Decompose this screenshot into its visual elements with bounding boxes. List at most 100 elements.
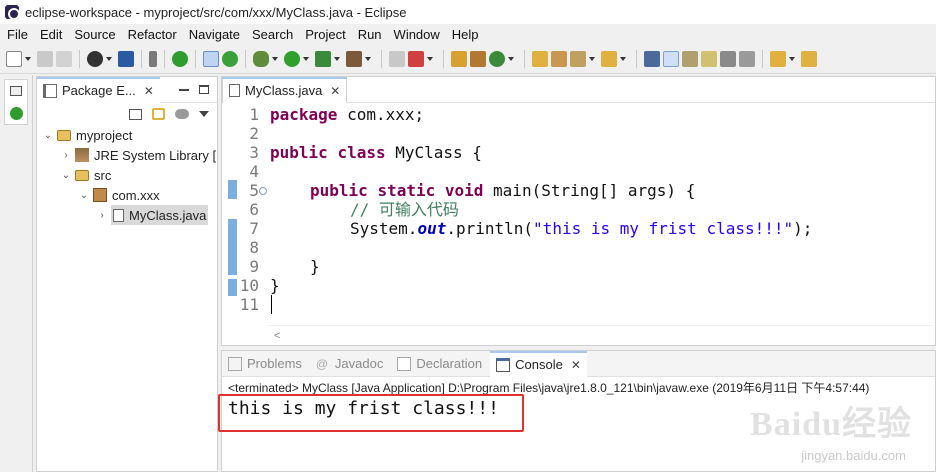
- search-icon[interactable]: [570, 50, 586, 67]
- run-dropdown-icon[interactable]: [303, 56, 309, 61]
- save-all-icon[interactable]: [56, 50, 72, 67]
- tab-javadoc[interactable]: @ Javadoc: [310, 351, 389, 377]
- collapsed-chevron-icon[interactable]: ›: [61, 150, 71, 161]
- block-selection-icon[interactable]: [701, 50, 717, 67]
- servers-icon[interactable]: [10, 107, 23, 120]
- menu-window[interactable]: Window: [387, 27, 445, 42]
- toggle-block-icon[interactable]: [203, 50, 219, 67]
- code-text: com.xxx;: [337, 105, 425, 124]
- refresh-icon[interactable]: [222, 50, 238, 67]
- expanded-chevron-icon[interactable]: ⌄: [43, 130, 53, 141]
- debug-icon[interactable]: [253, 50, 269, 67]
- menu-refactor[interactable]: Refactor: [121, 27, 182, 42]
- debug-dropdown-icon[interactable]: [272, 56, 278, 61]
- power-icon[interactable]: [172, 50, 188, 67]
- external-tools-icon[interactable]: [346, 50, 362, 67]
- annotation-icon[interactable]: [644, 50, 660, 67]
- expanded-chevron-icon[interactable]: ⌄: [79, 190, 89, 201]
- user-dropdown-icon[interactable]: [106, 56, 112, 61]
- menu-search[interactable]: Search: [245, 27, 298, 42]
- terminal-icon[interactable]: [118, 50, 134, 67]
- collapsed-chevron-icon[interactable]: ›: [97, 210, 107, 221]
- restore-icon[interactable]: [10, 86, 22, 96]
- package-icon: [93, 188, 107, 202]
- menu-run[interactable]: Run: [351, 27, 387, 42]
- new-java-project-icon[interactable]: [451, 50, 467, 67]
- keyword: void: [444, 181, 484, 200]
- next-edit-dropdown-icon[interactable]: [789, 56, 795, 61]
- open-type-icon[interactable]: [532, 50, 548, 67]
- close-icon[interactable]: ✕: [571, 358, 581, 372]
- tree-item-label: MyClass.java: [129, 207, 207, 223]
- tab-problems[interactable]: Problems: [222, 351, 308, 377]
- tree-item-label: JRE System Library [: [94, 147, 217, 163]
- prev-edit-icon[interactable]: [801, 50, 817, 67]
- collapse-all-icon[interactable]: [129, 108, 142, 120]
- server-dropdown-icon[interactable]: [427, 56, 433, 61]
- console-icon: [496, 357, 511, 372]
- close-icon[interactable]: ✕: [330, 84, 340, 98]
- stop-icon[interactable]: [389, 50, 405, 67]
- tab-label: Declaration: [416, 356, 483, 371]
- view-menu-icon[interactable]: [199, 111, 209, 117]
- tree-item-src[interactable]: ⌄ src: [37, 165, 217, 185]
- horizontal-scrollbar[interactable]: <: [268, 325, 933, 345]
- new-server-icon[interactable]: [408, 50, 424, 67]
- coverage-icon[interactable]: [315, 50, 331, 67]
- tab-package-explorer[interactable]: Package E... ✕: [37, 76, 160, 103]
- skip-breakpoints-icon[interactable]: [149, 50, 157, 67]
- tab-declaration[interactable]: Declaration: [391, 351, 488, 377]
- line-number: 5: [249, 181, 259, 200]
- close-icon[interactable]: ✕: [144, 84, 154, 98]
- menu-file[interactable]: File: [0, 27, 33, 42]
- tree-item-jre-library[interactable]: › JRE System Library [: [37, 145, 217, 165]
- minimized-view-strip: [0, 75, 33, 472]
- save-icon[interactable]: [37, 50, 53, 67]
- menu-project[interactable]: Project: [298, 27, 350, 42]
- new-dropdown-icon[interactable]: [25, 56, 31, 61]
- open-folder-icon[interactable]: [601, 50, 617, 67]
- menu-edit[interactable]: Edit: [33, 27, 67, 42]
- menu-navigate[interactable]: Navigate: [182, 27, 245, 42]
- menu-help[interactable]: Help: [445, 27, 484, 42]
- tab-myclass-java[interactable]: MyClass.java ✕: [222, 76, 348, 103]
- keyword: public: [310, 181, 368, 200]
- show-whitespace-icon[interactable]: [720, 50, 736, 67]
- fold-collapse-icon[interactable]: [259, 187, 267, 195]
- next-edit-icon[interactable]: [770, 50, 786, 67]
- editor-tab-header: MyClass.java ✕: [222, 76, 935, 103]
- new-package-icon[interactable]: [470, 50, 486, 67]
- next-annotation-icon[interactable]: [682, 50, 698, 67]
- link-with-editor-icon[interactable]: [152, 108, 165, 120]
- user-icon[interactable]: [87, 50, 103, 67]
- maximize-icon[interactable]: [199, 85, 209, 94]
- keyword: package: [270, 105, 338, 124]
- tree-item-com-xxx[interactable]: ⌄ com.xxx: [37, 185, 217, 205]
- package-explorer-tab-header: Package E... ✕: [37, 76, 217, 103]
- new-class-dropdown-icon[interactable]: [508, 56, 514, 61]
- highlight-icon[interactable]: [663, 50, 679, 67]
- line-number: 6: [249, 200, 259, 219]
- paragraph-icon[interactable]: [739, 50, 755, 67]
- line-number: 8: [249, 238, 259, 257]
- code-area[interactable]: package com.xxx; public class MyClass { …: [270, 103, 930, 323]
- code-text: MyClass {: [385, 143, 482, 162]
- search-dropdown-icon[interactable]: [589, 56, 595, 61]
- expanded-chevron-icon[interactable]: ⌄: [61, 170, 71, 181]
- tree-item-myclass-java[interactable]: › MyClass.java: [37, 205, 217, 225]
- new-icon[interactable]: [6, 50, 22, 67]
- external-tools-dropdown-icon[interactable]: [365, 56, 371, 61]
- tab-console[interactable]: Console ✕: [490, 350, 587, 377]
- code-line-1: package com.xxx;: [270, 105, 424, 124]
- filters-icon[interactable]: [175, 109, 189, 119]
- minimize-icon[interactable]: [179, 88, 189, 91]
- open-task-icon[interactable]: [551, 50, 567, 67]
- coverage-dropdown-icon[interactable]: [334, 56, 340, 61]
- tree-item-myproject[interactable]: ⌄ myproject: [37, 125, 217, 145]
- menu-source[interactable]: Source: [67, 27, 120, 42]
- new-class-icon[interactable]: [489, 50, 505, 67]
- scroll-left-icon[interactable]: <: [274, 330, 280, 342]
- run-icon[interactable]: [284, 50, 300, 67]
- folder-dropdown-icon[interactable]: [620, 56, 626, 61]
- code-line-3: public class MyClass {: [270, 143, 482, 162]
